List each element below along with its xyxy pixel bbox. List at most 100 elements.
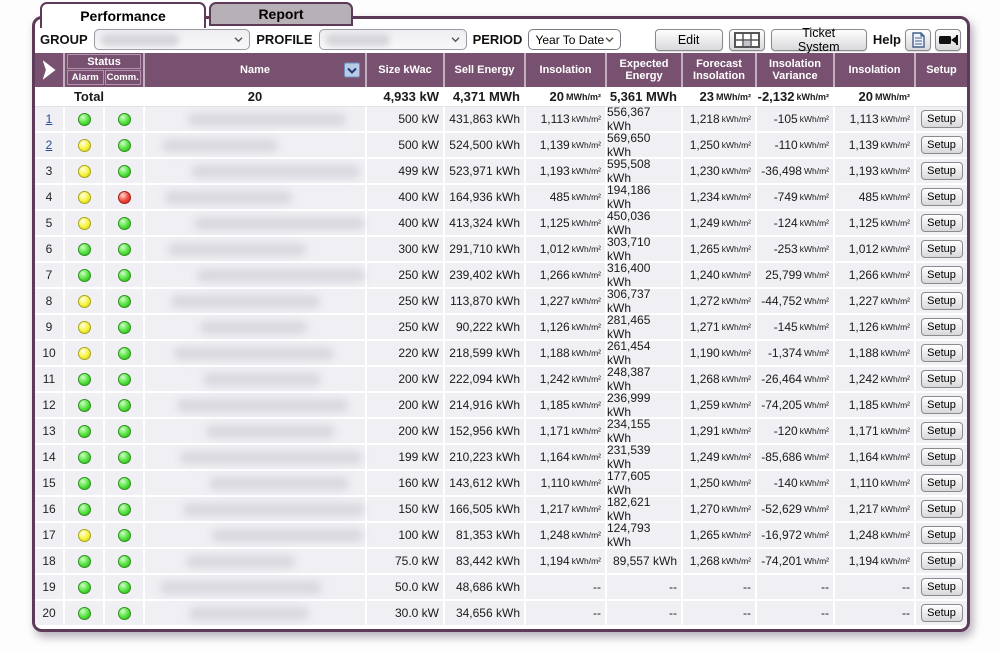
insolation-value: 1,266kWh/m² — [526, 263, 607, 289]
row-number-link[interactable]: 2 — [46, 138, 53, 152]
setup-button[interactable]: Setup — [921, 214, 963, 232]
table-row: 7 250 kW 239,402 kWh 1,266kWh/m² 316,400… — [35, 263, 967, 289]
forecast-insolation-value: 1,249kWh/m² — [683, 211, 757, 237]
document-help-button[interactable] — [905, 29, 931, 51]
insolation-value: 1,242kWh/m² — [526, 367, 607, 393]
setup-button[interactable]: Setup — [921, 110, 963, 128]
table-row: 1 500 kW 431,863 kWh 1,113kWh/m² 556,367… — [35, 107, 967, 133]
comm-status-led — [118, 503, 131, 516]
expected-energy-value: 182,621 kWh — [607, 497, 683, 523]
comm-status-led — [118, 581, 131, 594]
insolation-variance-value: -52,629Wh/m² — [757, 497, 835, 523]
alarm-status-led — [78, 269, 91, 282]
name-sort-button[interactable] — [344, 63, 360, 78]
comm-status-led — [118, 295, 131, 308]
period-select[interactable]: Year To Date — [528, 29, 620, 50]
forecast-insolation-value: 1,268kWh/m² — [683, 367, 757, 393]
setup-button[interactable]: Setup — [921, 370, 963, 388]
insolation-header: Insolation — [526, 53, 607, 87]
site-name-redacted — [189, 607, 309, 620]
setup-button[interactable]: Setup — [921, 474, 963, 492]
setup-button[interactable]: Setup — [921, 344, 963, 362]
insolation2-header: Insolation — [835, 53, 916, 87]
setup-button[interactable]: Setup — [921, 604, 963, 622]
insolation-variance-header: Insolation Variance — [757, 53, 835, 87]
row-number-link: 12 — [42, 398, 55, 412]
insolation-value: 1,217kWh/m² — [526, 497, 607, 523]
insolation-value: 1,193kWh/m² — [526, 159, 607, 185]
expected-energy-value: 281,465 kWh — [607, 315, 683, 341]
size-kwac-value: 150 kW — [367, 497, 445, 523]
table-row: 5 400 kW 413,324 kWh 1,125kWh/m² 450,036… — [35, 211, 967, 237]
setup-button[interactable]: Setup — [921, 448, 963, 466]
ticket-system-button[interactable]: Ticket System — [771, 29, 867, 51]
status-header-group: Status Alarm Comm. — [65, 53, 145, 87]
setup-button[interactable]: Setup — [921, 500, 963, 518]
row-number-link[interactable]: 1 — [46, 112, 53, 126]
grid-view-button[interactable] — [729, 29, 765, 51]
forecast-insolation-value: 1,234kWh/m² — [683, 185, 757, 211]
setup-button[interactable]: Setup — [921, 136, 963, 154]
insolation-variance-value: -74,205Wh/m² — [757, 393, 835, 419]
setup-button[interactable]: Setup — [921, 318, 963, 336]
site-name-redacted — [168, 243, 306, 256]
setup-button[interactable]: Setup — [921, 552, 963, 570]
sell-energy-value: 239,402 kWh — [445, 263, 526, 289]
insolation-variance-value: -16,972Wh/m² — [757, 523, 835, 549]
size-kwac-value: 220 kW — [367, 341, 445, 367]
row-number-link: 20 — [42, 606, 55, 620]
expected-energy-value: 89,557 kWh — [607, 549, 683, 575]
setup-button[interactable]: Setup — [921, 162, 963, 180]
row-number-link: 15 — [42, 476, 55, 490]
group-label: GROUP — [40, 32, 88, 47]
comm-subheader: Comm. — [105, 70, 142, 85]
expected-energy-value: 595,508 kWh — [607, 159, 683, 185]
insolation-value: 1,248kWh/m² — [526, 523, 607, 549]
setup-button[interactable]: Setup — [921, 578, 963, 596]
insolation-value: 1,125kWh/m² — [526, 211, 607, 237]
setup-button[interactable]: Setup — [921, 292, 963, 310]
alarm-status-led — [78, 321, 91, 334]
insolation-variance-value: -1,374Wh/m² — [757, 341, 835, 367]
grid-view-icon — [734, 32, 760, 48]
expected-energy-value: 124,793 kWh — [607, 523, 683, 549]
total-insolation-variance: -2,132kWh/m² — [757, 87, 835, 107]
row-number-link: 19 — [42, 580, 55, 594]
forecast-insolation-value: 1,250kWh/m² — [683, 471, 757, 497]
expected-energy-value: 303,710 kWh — [607, 237, 683, 263]
total-label: Total — [35, 87, 145, 107]
alarm-status-led — [78, 139, 91, 152]
alarm-status-led — [78, 113, 91, 126]
app-window: GROUP PROFILE PERIOD Year To Date Edit T… — [32, 16, 970, 632]
table-row: 4 400 kW 164,936 kWh 485kWh/m² 194,186 k… — [35, 185, 967, 211]
site-name-redacted — [183, 503, 365, 516]
insolation2-value: 1,188kWh/m² — [835, 341, 916, 367]
alarm-status-led — [78, 425, 91, 438]
site-name-redacted — [191, 165, 360, 178]
setup-button[interactable]: Setup — [921, 526, 963, 544]
setup-button[interactable]: Setup — [921, 266, 963, 284]
insolation-variance-value: -85,686Wh/m² — [757, 445, 835, 471]
chevron-down-icon — [451, 36, 460, 43]
insolation2-value: 1,125kWh/m² — [835, 211, 916, 237]
tab-report[interactable]: Report — [209, 2, 353, 26]
size-kwac-value: 50.0 kW — [367, 575, 445, 601]
setup-button[interactable]: Setup — [921, 240, 963, 258]
expected-energy-value: 231,539 kWh — [607, 445, 683, 471]
site-name-redacted — [160, 581, 322, 594]
edit-button[interactable]: Edit — [655, 29, 723, 51]
site-name-redacted — [162, 139, 278, 152]
profile-select[interactable] — [319, 29, 467, 50]
sell-energy-value: 523,971 kWh — [445, 159, 526, 185]
group-select[interactable] — [94, 29, 251, 50]
setup-button[interactable]: Setup — [921, 422, 963, 440]
profile-label: PROFILE — [256, 32, 312, 47]
sell-energy-value: 81,353 kWh — [445, 523, 526, 549]
video-help-button[interactable] — [935, 29, 961, 51]
sell-energy-value: 210,223 kWh — [445, 445, 526, 471]
insolation2-value: 1,126kWh/m² — [835, 315, 916, 341]
setup-button[interactable]: Setup — [921, 396, 963, 414]
setup-button[interactable]: Setup — [921, 188, 963, 206]
tab-performance[interactable]: Performance — [40, 2, 206, 28]
forecast-insolation-value: 1,291kWh/m² — [683, 419, 757, 445]
